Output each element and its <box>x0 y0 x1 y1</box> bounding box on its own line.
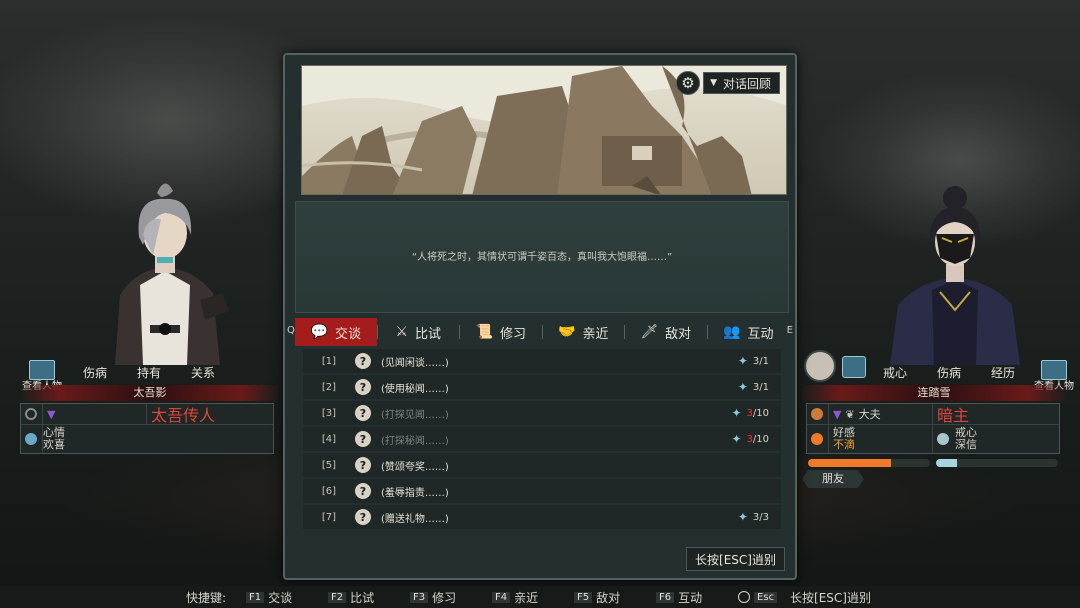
prev-tab-key-hint: Q <box>287 325 295 336</box>
option-2[interactable]: [2] ? (使用秘闻……) ✦ 3/1 <box>303 375 781 399</box>
favor-value: 不滴 <box>833 438 855 451</box>
dialog-review-button[interactable]: ▼ 对话回顾 <box>703 72 780 94</box>
right-stat-box: ▼ ❦ 大夫 暗主 好感 不滴 戒心 深信 <box>806 403 1060 454</box>
people-icon: 👥 <box>723 324 741 340</box>
option-1[interactable]: [1] ? (见闻闲谈……) ✦ 3/1 <box>303 349 781 373</box>
dialog-options: [1] ? (见闻闲谈……) ✦ 3/1 [2] ? (使用秘闻……) ✦ 3/1 … <box>303 349 781 531</box>
spirit-icon: ✦ <box>731 406 742 420</box>
handshake-icon: 🤝 <box>558 324 576 340</box>
left-character-portrait <box>115 183 229 365</box>
hotkey-befriend[interactable]: F4 亲近 <box>492 589 574 606</box>
tab-interact[interactable]: 👥 互动 <box>708 318 790 346</box>
tab-hostile[interactable]: 🗡 敌对 <box>625 318 707 346</box>
vigilance-value: 深信 <box>955 438 977 451</box>
tab-injury[interactable]: 伤病 <box>922 364 976 381</box>
hotkey-chat[interactable]: F1 交谈 <box>246 589 328 606</box>
hotkey-label: 快捷键: <box>186 590 227 605</box>
hotkey-spar[interactable]: F2 比试 <box>328 589 410 606</box>
question-mark-icon: ? <box>355 405 371 421</box>
favor-bar <box>808 459 930 467</box>
spirit-icon: ✦ <box>737 380 748 394</box>
avatar[interactable] <box>804 350 836 382</box>
favor-bar-fill <box>808 459 891 467</box>
dialog-quote: “人将死之时，其情状可谓千姿百态，真叫我大饱眼福……” <box>411 252 673 263</box>
rank-icon: ▼ <box>47 407 56 421</box>
relationship-tag: 朋友 <box>802 470 864 488</box>
dagger-icon: 🗡 <box>640 324 659 340</box>
question-mark-icon: ? <box>355 353 371 369</box>
hotkey-bar: 快捷键: F1 交谈 F2 比试 F3 修习 F4 亲近 F5 敌对 F6 互动 Esc 长… <box>0 586 1080 608</box>
option-3[interactable]: [3] ? (打探见闻……) ✦ 3/10 <box>303 401 781 425</box>
dialog-panel: ⚙ ▼ 对话回顾 “人将死之时，其情状可谓千姿百态，真叫我大饱眼福……” Q E… <box>283 53 797 580</box>
scene-illustration: ⚙ ▼ 对话回顾 <box>301 65 787 195</box>
option-4[interactable]: [4] ? (打探秘闻……) ✦ 3/10 <box>303 427 781 451</box>
cost: ✦ 3/1 <box>737 354 769 368</box>
favor-heart-icon <box>811 433 823 445</box>
shield-heart-icon <box>937 433 949 445</box>
hotkey-hostile[interactable]: F5 敌对 <box>574 589 656 606</box>
left-stat-box: ▼ 太吾传人 心情 欢喜 <box>20 403 274 454</box>
swirl-icon <box>25 408 37 420</box>
chat-icon: 💬 <box>310 324 328 340</box>
spirit-icon: ✦ <box>737 354 748 368</box>
profession-label: 大夫 <box>858 408 881 421</box>
chevron-down-icon: ▼ <box>710 78 717 88</box>
tab-befriend[interactable]: 🤝 亲近 <box>543 318 625 346</box>
rank-icon: ▼ <box>833 407 842 421</box>
cost: ✦ 3/1 <box>737 380 769 394</box>
tab-chat[interactable]: 💬 交谈 <box>295 318 377 346</box>
identity-label: 太吾传人 <box>151 406 216 425</box>
action-tabs: 💬 交谈 ⚔ 比试 📜 修习 🤝 亲近 🗡 敌对 👥 互动 <box>295 318 789 346</box>
question-mark-icon: ? <box>355 379 371 395</box>
relation-label: 暗主 <box>937 406 970 425</box>
herb-icon: ❦ <box>845 407 855 421</box>
question-mark-icon: ? <box>355 483 371 499</box>
tab-study[interactable]: 📜 修习 <box>460 318 542 346</box>
book-icon <box>29 360 55 380</box>
tab-spar[interactable]: ⚔ 比试 <box>378 318 460 346</box>
hotkey-study[interactable]: F3 修习 <box>410 589 492 606</box>
tab-experience[interactable]: 经历 <box>976 364 1030 381</box>
spirit-icon: ✦ <box>737 510 748 524</box>
option-6[interactable]: [6] ? (羞辱指责……) <box>303 479 781 503</box>
vigilance-bar-fill <box>936 459 957 467</box>
cost: ✦ 3/10 <box>731 406 769 420</box>
dialog-text-area: “人将死之时，其情状可谓千姿百态，真叫我大饱眼福……” <box>295 201 789 313</box>
spirit-icon: ✦ <box>731 432 742 446</box>
hotkey-interact[interactable]: F6 互动 <box>656 589 738 606</box>
tab-relations[interactable]: 关系 <box>176 364 230 381</box>
tab-injury[interactable]: 伤病 <box>68 364 122 381</box>
map-icon[interactable] <box>842 356 866 378</box>
right-character-name: 连踏雪 <box>800 385 1068 401</box>
cost: ✦ 3/10 <box>731 432 769 446</box>
clock-icon <box>738 591 751 603</box>
book-icon <box>1041 360 1067 380</box>
tab-vigilance[interactable]: 戒心 <box>868 364 922 381</box>
scroll-icon: 📜 <box>475 324 493 340</box>
vigilance-bar <box>936 459 1058 467</box>
settings-gear-icon[interactable]: ⚙ <box>676 71 700 95</box>
tab-holdings[interactable]: 持有 <box>122 364 176 381</box>
hotkey-leave[interactable]: Esc 长按[ESC]逍别 <box>738 589 871 606</box>
left-side-tabs: 伤病 持有 关系 <box>68 361 230 383</box>
crossed-swords-icon: ⚔ <box>395 324 409 340</box>
heart-icon <box>25 433 37 445</box>
left-character-name: 太吾影 <box>20 385 280 401</box>
option-5[interactable]: [5] ? (赞颂夸奖……) <box>303 453 781 477</box>
mood-value: 欢喜 <box>43 438 65 451</box>
question-mark-icon: ? <box>355 431 371 447</box>
sun-icon <box>811 408 823 420</box>
right-character-portrait <box>890 186 1020 365</box>
option-7[interactable]: [7] ? (赠送礼物……) ✦ 3/3 <box>303 505 781 529</box>
leave-button[interactable]: 长按[ESC]逍别 <box>686 547 785 571</box>
cost: ✦ 3/3 <box>737 510 769 524</box>
question-mark-icon: ? <box>355 457 371 473</box>
right-side-tabs: 戒心 伤病 经历 <box>868 361 1030 383</box>
question-mark-icon: ? <box>355 509 371 525</box>
